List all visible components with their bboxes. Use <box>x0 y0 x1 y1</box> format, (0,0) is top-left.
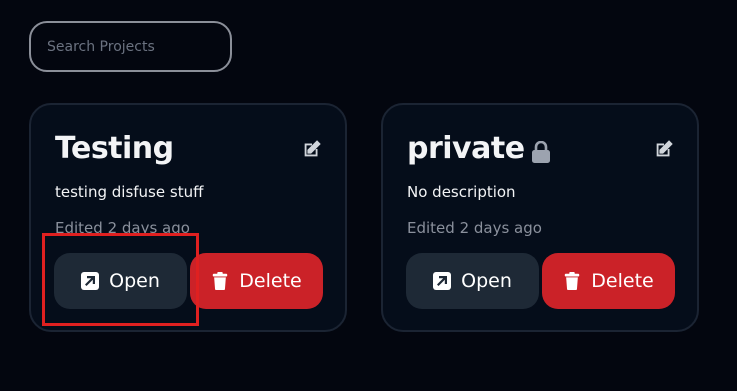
delete-button-label: Delete <box>591 270 654 292</box>
project-edited-time: Edited 2 days ago <box>407 219 542 237</box>
edit-icon[interactable] <box>653 138 675 160</box>
open-button[interactable]: Open <box>406 253 539 309</box>
lock-icon <box>531 141 550 163</box>
open-button-label: Open <box>109 270 160 292</box>
open-button[interactable]: Open <box>54 253 187 309</box>
card-title-row: Testing <box>55 129 174 169</box>
project-description: No description <box>407 183 516 201</box>
project-title: private <box>407 131 525 166</box>
delete-button[interactable]: Delete <box>190 253 323 309</box>
card-title-row: private <box>407 129 551 169</box>
search-projects-input[interactable] <box>29 21 232 72</box>
project-edited-time: Edited 2 days ago <box>55 219 190 237</box>
projects-page: Testing testing disfuse stuff Edited 2 d… <box>0 0 737 391</box>
delete-button-label: Delete <box>239 270 302 292</box>
external-link-icon <box>433 272 452 290</box>
external-link-icon <box>81 272 100 290</box>
project-card-testing: Testing testing disfuse stuff Edited 2 d… <box>29 103 347 332</box>
project-description: testing disfuse stuff <box>55 183 204 201</box>
project-title: Testing <box>55 131 174 166</box>
delete-button[interactable]: Delete <box>542 253 675 309</box>
trash-icon <box>565 272 580 290</box>
project-card-private: private No description Edited 2 days ago… <box>381 103 699 332</box>
trash-icon <box>213 272 228 290</box>
open-button-label: Open <box>461 270 512 292</box>
edit-icon[interactable] <box>301 138 323 160</box>
